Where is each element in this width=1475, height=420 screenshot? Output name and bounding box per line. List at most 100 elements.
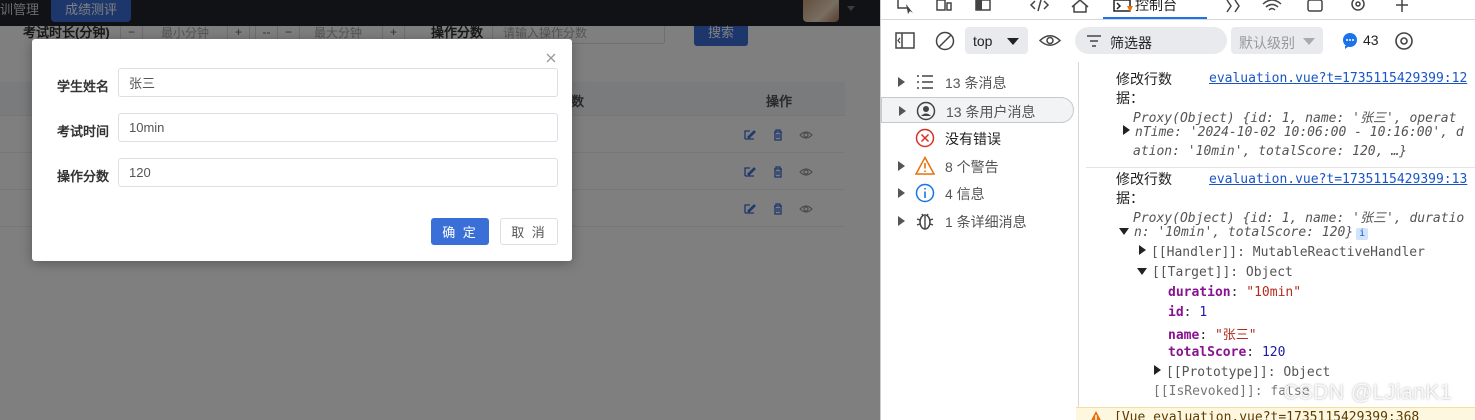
proxy-object-summary[interactable]: Proxy(Object) {id: 1, name: '张三', operat (1133, 107, 1456, 126)
log-level-value: 默认级别 (1239, 35, 1295, 51)
collapse-arrow-icon[interactable] (1119, 228, 1129, 235)
expand-arrow-icon[interactable] (898, 161, 905, 171)
edit-dialog: 学生姓名 考试时间 操作分数 确 定 取 消 (32, 39, 572, 261)
colon-separator: : (1199, 328, 1215, 343)
student-name-row: 学生姓名 (32, 68, 572, 98)
clear-console-icon[interactable] (935, 31, 955, 51)
app-window: 训管理 成绩测评 考试时长(分钟) − 最小分钟 + -- − 最大分钟 + 操… (0, 0, 880, 420)
context-select-value: top (973, 33, 993, 49)
warning-row[interactable]: [Vue evaluation.vue?t=1735115429399:368 (1076, 407, 1475, 420)
gear-icon[interactable] (1393, 30, 1415, 52)
tab-console[interactable]: 控制台 (1103, 0, 1207, 19)
sidebar-item-label: 13 条消息 (945, 75, 1007, 91)
application-icon[interactable] (1305, 0, 1327, 14)
prop-value: 1 (1199, 305, 1208, 320)
prop-key: duration (1168, 285, 1231, 300)
sidebar-item-verbose[interactable]: 1 条详细消息 (881, 208, 1079, 234)
console-icon (1113, 0, 1133, 12)
confirm-button[interactable]: 确 定 (431, 218, 489, 245)
warning-text: [Vue evaluation.vue?t=1735115429399:368 (1114, 410, 1420, 420)
prop-value: "10min" (1246, 285, 1302, 300)
target-entry[interactable]: [[Target]]: Object (1137, 265, 1293, 280)
expand-arrow-icon[interactable] (898, 216, 905, 226)
panel-layout-icon[interactable] (973, 0, 995, 14)
colon-separator: : (1246, 345, 1262, 360)
live-expression-eye-icon[interactable] (1039, 33, 1061, 48)
prop-duration: duration: "10min" (1168, 285, 1301, 300)
gear-icon[interactable] (1347, 0, 1369, 14)
prop-value: "张三" (1214, 328, 1257, 343)
prototype-entry[interactable]: [[Prototype]]: Object (1154, 365, 1330, 380)
inspect-element-icon[interactable] (895, 0, 917, 14)
divider (1086, 167, 1475, 168)
prop-total-score: totalScore: 120 (1168, 345, 1285, 360)
home-icon[interactable] (1069, 0, 1091, 14)
sidebar-item-messages[interactable]: 13 条消息 (881, 69, 1079, 95)
handler-entry[interactable]: [[Handler]]: MutableReactiveHandler (1139, 245, 1425, 260)
score-field-input[interactable] (118, 158, 558, 187)
student-name-input[interactable] (118, 68, 558, 97)
tab-console-label: 控制台 (1135, 0, 1177, 13)
proxy-text: nTime: '2024-10-02 10:06:00 - 10:16:00',… (1135, 125, 1464, 140)
sidebar-item-label: 1 条详细消息 (945, 214, 1027, 230)
prop-id: id: 1 (1168, 305, 1207, 320)
student-name-label: 学生姓名 (57, 79, 110, 94)
elements-tab-icon[interactable] (1029, 0, 1051, 14)
prop-key: id (1168, 305, 1184, 320)
log-message-label: 修改行数 (1116, 71, 1172, 87)
info-icon[interactable]: i (1356, 228, 1369, 240)
colon-separator: : (1230, 285, 1247, 300)
add-panel-icon[interactable] (1391, 0, 1413, 14)
expand-arrow-icon[interactable] (1139, 245, 1146, 255)
proxy-object-summary-cont[interactable]: n: '10min', totalScore: 120} i (1119, 225, 1369, 240)
expand-arrow-icon[interactable] (1123, 125, 1130, 135)
expand-arrow-icon[interactable] (1154, 365, 1161, 375)
sidebar-item-label: 13 条用户消息 (946, 104, 1036, 120)
filter-icon (1087, 35, 1101, 47)
console-output: 修改行数 evaluation.vue?t=1735115429399:12 据… (1076, 62, 1475, 420)
issues-chat-icon[interactable] (1342, 33, 1358, 49)
expand-arrow-icon[interactable] (898, 77, 905, 87)
handler-text: [[Handler]]: MutableReactiveHandler (1151, 245, 1425, 260)
issues-count[interactable]: 43 (1363, 32, 1379, 48)
console-sidebar: 13 条消息 13 条用户消息 没有错误 8 个警告 4 信息 1 条详细消息 (881, 62, 1079, 420)
exam-time-row: 考试时间 (32, 113, 572, 143)
expand-arrow-icon[interactable] (899, 106, 906, 116)
close-icon[interactable] (544, 51, 558, 65)
log-level-select[interactable]: 默认级别 (1231, 27, 1323, 54)
source-link[interactable]: evaluation.vue?t=1735115429399:13 (1209, 172, 1467, 187)
list-icon (917, 75, 933, 89)
exam-time-input[interactable] (118, 113, 558, 142)
sidebar-item-errors[interactable]: 没有错误 (881, 125, 1079, 151)
device-toolbar-icon[interactable] (933, 0, 955, 14)
warning-icon (1091, 411, 1101, 420)
context-select[interactable]: top (965, 27, 1028, 54)
cancel-button[interactable]: 取 消 (500, 218, 558, 245)
sidebar-item-label: 8 个警告 (945, 159, 999, 175)
proxy-object-summary[interactable]: Proxy(Object) {id: 1, name: '张三', durati… (1133, 207, 1464, 226)
sidebar-toggle-icon[interactable] (895, 32, 915, 49)
log-message-label-cont: 据： (1116, 190, 1144, 206)
sidebar-item-info[interactable]: 4 信息 (881, 180, 1079, 206)
source-link[interactable]: evaluation.vue?t=1735115429399:12 (1209, 71, 1467, 86)
log-message-label: 修改行数 (1116, 171, 1172, 187)
performance-icon[interactable] (1223, 0, 1245, 14)
network-wifi-icon[interactable] (1261, 0, 1283, 14)
devtools-tab-bar: 控制台 (881, 0, 1475, 20)
sidebar-item-user-messages[interactable]: 13 条用户消息 (881, 97, 1074, 123)
prop-name: name: "张三" (1168, 324, 1257, 343)
expand-arrow-icon[interactable] (898, 188, 905, 198)
target-text: [[Target]]: Object (1152, 265, 1293, 280)
filter-placeholder: 筛选器 (1110, 35, 1152, 51)
error-icon (915, 128, 935, 148)
filter-input[interactable]: 筛选器 (1075, 27, 1227, 54)
prop-key: totalScore (1168, 345, 1247, 360)
prop-value: 120 (1261, 345, 1286, 360)
caret-down-icon (1303, 38, 1315, 45)
watermark: CSDN @LJianK1 (1283, 381, 1453, 404)
sidebar-item-label: 没有错误 (945, 131, 1001, 147)
score-field-label: 操作分数 (57, 169, 110, 184)
sidebar-item-warnings[interactable]: 8 个警告 (881, 153, 1079, 179)
proxy-object-summary-cont[interactable]: nTime: '2024-10-02 10:06:00 - 10:16:00',… (1123, 125, 1464, 140)
collapse-arrow-icon[interactable] (1137, 268, 1147, 275)
